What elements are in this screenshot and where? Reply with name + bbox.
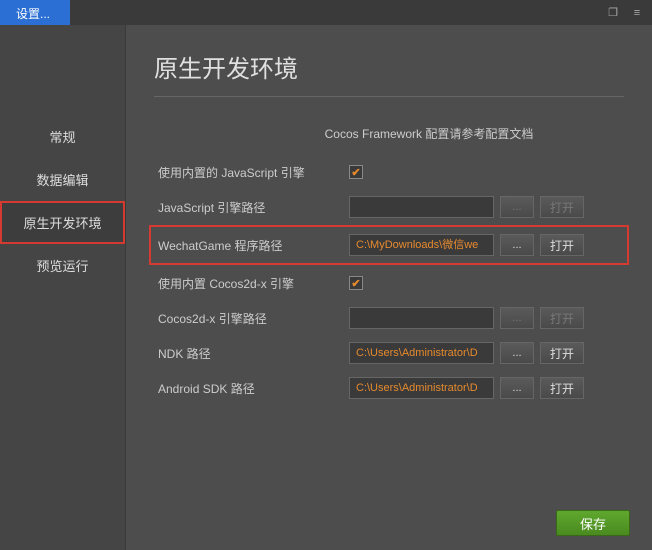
row-wechat: WechatGame 程序路径 C:\MyDownloads\微信we ... … xyxy=(154,230,624,260)
browse-sdk-path[interactable]: ... xyxy=(500,377,534,399)
save-button[interactable]: 保存 xyxy=(556,510,630,536)
sidebar: 常规 数据编辑 原生开发环境 预览运行 xyxy=(0,25,125,550)
menu-icon[interactable]: ≡ xyxy=(630,6,644,20)
row-js-path: JavaScript 引擎路径 ... 打开 xyxy=(154,195,624,219)
titlebar-controls: ❐ ≡ xyxy=(70,0,652,25)
titlebar-tab-settings[interactable]: 设置... xyxy=(0,0,70,25)
label-sdk: Android SDK 路径 xyxy=(154,380,349,397)
open-cocos-path[interactable]: 打开 xyxy=(540,307,584,329)
browse-wechat-path[interactable]: ... xyxy=(500,234,534,256)
content: 原生开发环境 Cocos Framework 配置请参考配置文档 使用内置的 J… xyxy=(125,25,652,550)
checkbox-js-builtin[interactable]: ✔ xyxy=(349,165,363,179)
row-sdk: Android SDK 路径 C:\Users\Administrator\D … xyxy=(154,376,624,400)
input-cocos-path[interactable] xyxy=(349,307,494,329)
label-js-builtin: 使用内置的 JavaScript 引擎 xyxy=(154,164,349,181)
open-js-path[interactable]: 打开 xyxy=(540,196,584,218)
row-cocos-path: Cocos2d-x 引擎路径 ... 打开 xyxy=(154,306,624,330)
browse-js-path[interactable]: ... xyxy=(500,196,534,218)
label-cocos-builtin: 使用内置 Cocos2d-x 引擎 xyxy=(154,275,349,292)
label-ndk: NDK 路径 xyxy=(154,345,349,362)
row-ndk: NDK 路径 C:\Users\Administrator\D ... 打开 xyxy=(154,341,624,365)
open-sdk-path[interactable]: 打开 xyxy=(540,377,584,399)
checkbox-cocos-builtin[interactable]: ✔ xyxy=(349,276,363,290)
browse-ndk-path[interactable]: ... xyxy=(500,342,534,364)
footer: 保存 xyxy=(556,510,630,536)
page-title: 原生开发环境 xyxy=(154,49,624,97)
open-wechat-path[interactable]: 打开 xyxy=(540,234,584,256)
label-js-path: JavaScript 引擎路径 xyxy=(154,199,349,216)
titlebar: 设置... ❐ ≡ xyxy=(0,0,652,25)
input-sdk-path[interactable]: C:\Users\Administrator\D xyxy=(349,377,494,399)
row-js-builtin: 使用内置的 JavaScript 引擎 ✔ xyxy=(154,160,624,184)
label-cocos-path: Cocos2d-x 引擎路径 xyxy=(154,310,349,327)
sidebar-item-data-edit[interactable]: 数据编辑 xyxy=(0,158,125,201)
input-ndk-path[interactable]: C:\Users\Administrator\D xyxy=(349,342,494,364)
sidebar-item-preview[interactable]: 预览运行 xyxy=(0,244,125,287)
sidebar-item-general[interactable]: 常规 xyxy=(0,115,125,158)
restore-icon[interactable]: ❐ xyxy=(606,6,620,20)
open-ndk-path[interactable]: 打开 xyxy=(540,342,584,364)
label-wechat: WechatGame 程序路径 xyxy=(154,237,349,254)
row-cocos-builtin: 使用内置 Cocos2d-x 引擎 ✔ xyxy=(154,271,624,295)
main: 常规 数据编辑 原生开发环境 预览运行 原生开发环境 Cocos Framewo… xyxy=(0,25,652,550)
sidebar-item-native-dev[interactable]: 原生开发环境 xyxy=(0,201,125,244)
config-hint: Cocos Framework 配置请参考配置文档 xyxy=(154,125,624,142)
browse-cocos-path[interactable]: ... xyxy=(500,307,534,329)
input-wechat-path[interactable]: C:\MyDownloads\微信we xyxy=(349,234,494,256)
input-js-path[interactable] xyxy=(349,196,494,218)
